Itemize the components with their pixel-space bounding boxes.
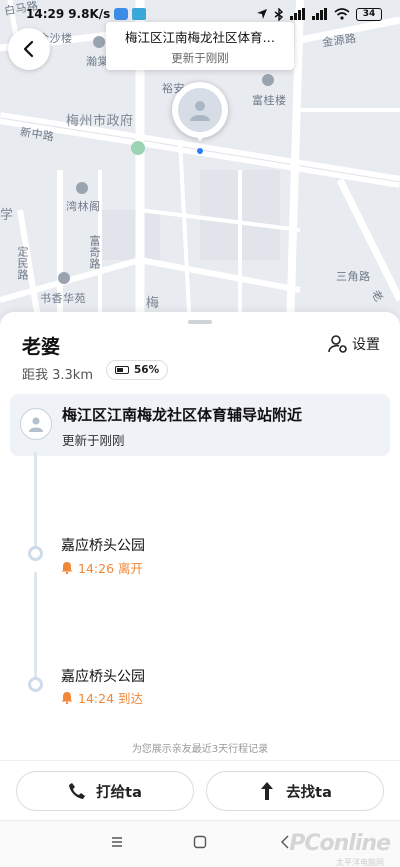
- app-notification-icon: [132, 8, 147, 20]
- contact-location-pin[interactable]: [172, 82, 228, 138]
- map-label-road: 三角路: [336, 270, 371, 283]
- back-button[interactable]: [8, 28, 50, 70]
- location-arrow-icon: [257, 9, 267, 19]
- map-label-poi: 富桂楼: [252, 94, 287, 107]
- call-label: 打给ta: [96, 784, 142, 801]
- action-bar: 打给ta 去找ta: [0, 760, 400, 820]
- watermark-sub: 太平洋电脑网: [336, 858, 384, 867]
- poi-icon: [58, 272, 70, 284]
- battery-indicator: 34: [356, 7, 382, 21]
- contact-name: 老婆: [22, 336, 61, 358]
- pin-tail: [194, 134, 206, 141]
- map-label-road: 定民路: [16, 246, 29, 281]
- bluetooth-icon: [274, 7, 284, 21]
- map-label-poi: 梅州市政府: [66, 114, 134, 129]
- map-label-road: 富奇路: [88, 235, 101, 270]
- poi-icon: [93, 36, 105, 48]
- avatar: [178, 88, 222, 132]
- map-location-callout[interactable]: 梅江区江南梅龙社区体育… 更新于刚刚: [106, 22, 294, 70]
- signal-icon: [290, 8, 305, 20]
- map-label-poi: 书香华苑: [40, 292, 86, 305]
- person-icon: [29, 417, 43, 432]
- person-icon: [190, 101, 210, 121]
- bell-icon: [61, 692, 73, 704]
- current-location-updated: 更新于刚刚: [62, 433, 125, 448]
- callout-updated: 更新于刚刚: [171, 51, 229, 65]
- map-label-poi: 湾林阁: [66, 200, 101, 213]
- battery-icon: [115, 366, 129, 374]
- chevron-left-icon: [23, 40, 34, 58]
- network-speed: 9.8K/s: [68, 7, 111, 21]
- avatar: [20, 408, 52, 440]
- phone-icon: [69, 783, 86, 799]
- timeline-dot: [28, 677, 43, 692]
- call-button[interactable]: 打给ta: [16, 771, 194, 811]
- timeline-time-text: 14:24 到达: [78, 691, 143, 706]
- distance-text: 距我 3.3km: [22, 368, 93, 383]
- settings-label: 设置: [352, 337, 380, 353]
- status-time: 14:29: [26, 7, 65, 21]
- timeline-line: [34, 572, 37, 680]
- poi-icon: [76, 182, 88, 194]
- home-icon[interactable]: [193, 835, 207, 849]
- settings-button[interactable]: 设置: [328, 334, 380, 354]
- wifi-icon: [334, 8, 350, 20]
- timeline-time-text: 14:26 离开: [78, 561, 143, 576]
- poi-icon: [262, 74, 274, 86]
- timeline-place: 嘉应桥头公园: [61, 669, 145, 685]
- current-location-address: 梅江区江南梅龙社区体育辅导站附近: [62, 406, 303, 424]
- contact-battery-badge: 56%: [106, 360, 169, 380]
- battery-percent: 56%: [134, 364, 160, 376]
- timeline-time: 14:26 离开: [61, 558, 143, 577]
- drag-handle[interactable]: [188, 320, 212, 324]
- map-view[interactable]: 白马路 金沙楼 瀚棠 金源路 裕安 富桂楼 新中路 梅州市政府 湾林阁 学 富奇…: [0, 0, 400, 330]
- system-nav-bar: PConline 太平洋电脑网: [0, 820, 400, 867]
- timeline-dot: [28, 546, 43, 561]
- contact-detail-sheet: 老婆 设置 距我 3.3km 56% 梅江区江南梅龙社区体育辅导站附近 更新于刚…: [0, 312, 400, 867]
- timeline-line: [34, 452, 37, 558]
- map-label-road: 梅: [146, 296, 160, 311]
- app-notification-icon: [114, 8, 129, 20]
- timeline-place: 嘉应桥头公园: [61, 538, 145, 554]
- navigate-label: 去找ta: [286, 784, 332, 801]
- watermark-logo: PConline: [289, 831, 391, 856]
- current-location-card[interactable]: 梅江区江南梅龙社区体育辅导站附近 更新于刚刚: [10, 394, 390, 456]
- callout-address: 梅江区江南梅龙社区体育…: [124, 30, 275, 45]
- navigate-button[interactable]: 去找ta: [206, 771, 384, 811]
- timeline-time: 14:24 到达: [61, 688, 143, 707]
- navigate-arrow-icon: [261, 782, 274, 800]
- menu-icon[interactable]: [110, 835, 124, 849]
- person-settings-icon: [328, 335, 347, 353]
- bell-icon: [61, 562, 73, 574]
- location-dot: [197, 148, 203, 154]
- history-footnote: 为您展示亲友最近3天行程记录: [131, 744, 269, 755]
- map-label-poi: 学: [0, 208, 14, 223]
- signal-icon: [312, 8, 327, 20]
